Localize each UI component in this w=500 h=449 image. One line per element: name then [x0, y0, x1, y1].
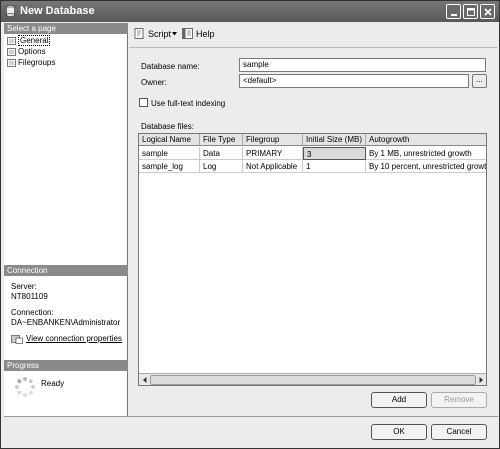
database-name-label: Database name: [141, 62, 200, 71]
nav-item-label: Filegroups [18, 58, 56, 67]
page-icon [7, 59, 16, 67]
column-header-filegroup[interactable]: Filegroup [243, 134, 303, 146]
properties-icon [11, 335, 23, 344]
progress-status: Ready [41, 379, 65, 388]
cell-autogrowth[interactable]: By 10 percent, unrestricted growth [366, 160, 486, 173]
window-title: New Database [20, 5, 95, 17]
cell-file-type[interactable]: Log [200, 160, 243, 173]
column-header-logical-name[interactable]: Logical Name [139, 134, 200, 146]
remove-button[interactable]: Remove [431, 392, 487, 408]
new-database-dialog: New Database Select a page General Optio… [0, 0, 500, 449]
script-button[interactable]: Script [148, 29, 171, 39]
script-icon [134, 28, 144, 39]
help-button[interactable]: Help [196, 29, 215, 39]
page-icon [7, 48, 16, 56]
nav-item-filegroups[interactable]: Filegroups [6, 58, 55, 68]
connection-value: DA~ENBANKEN\Administrator [11, 318, 121, 327]
cell-logical-name[interactable]: sample [139, 147, 200, 160]
ok-button[interactable]: OK [371, 424, 427, 440]
database-name-input[interactable]: sample [239, 58, 486, 72]
chevron-down-icon[interactable] [172, 32, 177, 36]
left-pane: Select a page General Options Filegroups… [4, 23, 128, 416]
nav-item-label: Options [18, 47, 46, 56]
scroll-left-icon[interactable] [140, 375, 150, 385]
browse-owner-button[interactable]: ... [472, 74, 487, 88]
help-icon [182, 28, 193, 39]
scroll-right-icon[interactable] [476, 375, 486, 385]
owner-input[interactable]: <default> [239, 74, 469, 88]
horizontal-scrollbar[interactable] [139, 373, 486, 385]
cell-file-type[interactable]: Data [200, 147, 243, 160]
progress-header: Progress [4, 360, 128, 371]
nav-item-options[interactable]: Options [6, 47, 46, 57]
maximize-icon [467, 8, 475, 16]
close-icon [484, 8, 492, 16]
footer-divider [4, 416, 498, 417]
page-icon [7, 37, 16, 45]
title-bar: New Database [1, 1, 499, 22]
cancel-button[interactable]: Cancel [431, 424, 487, 440]
scrollbar-thumb[interactable] [150, 375, 476, 385]
select-page-header: Select a page [4, 23, 128, 34]
cell-initial-size[interactable]: 1 [303, 160, 366, 173]
cell-initial-size[interactable]: 3 [303, 147, 366, 160]
connection-header: Connection [4, 265, 128, 276]
progress-spinner-icon [15, 377, 35, 397]
column-header-initial-size[interactable]: Initial Size (MB) [303, 134, 366, 146]
database-files-grid: Logical Name File Type Filegroup Initial… [138, 133, 487, 386]
nav-item-general[interactable]: General [6, 35, 51, 46]
minimize-button[interactable] [446, 4, 461, 19]
nav-item-label: General [18, 35, 51, 46]
cell-filegroup[interactable]: PRIMARY [243, 147, 303, 160]
connection-label: Connection: [11, 308, 54, 317]
owner-label: Owner: [141, 78, 167, 87]
database-icon [6, 5, 15, 17]
database-files-label: Database files: [141, 122, 194, 131]
add-button[interactable]: Add [371, 392, 427, 408]
fulltext-label: Use full-text indexing [151, 99, 226, 108]
cell-autogrowth[interactable]: By 1 MB, unrestricted growth [366, 147, 486, 160]
minimize-icon [451, 14, 457, 16]
toolbar-divider [129, 47, 497, 48]
column-header-file-type[interactable]: File Type [200, 134, 243, 146]
server-value: NT801109 [11, 292, 48, 301]
maximize-button[interactable] [463, 4, 478, 19]
close-button[interactable] [480, 4, 495, 19]
fulltext-checkbox[interactable] [139, 98, 148, 107]
cell-logical-name[interactable]: sample_log [139, 160, 200, 173]
column-header-autogrowth[interactable]: Autogrowth [366, 134, 486, 146]
cell-filegroup[interactable]: Not Applicable [243, 160, 303, 173]
server-label: Server: [11, 282, 37, 291]
view-connection-properties-link[interactable]: View connection properties [26, 334, 122, 343]
